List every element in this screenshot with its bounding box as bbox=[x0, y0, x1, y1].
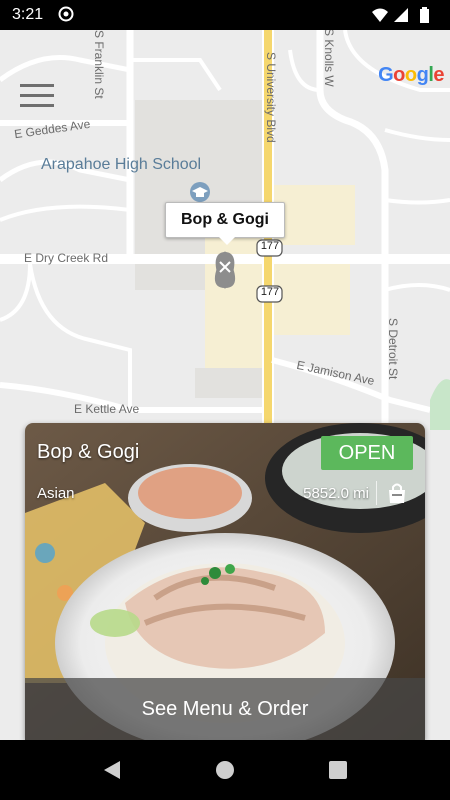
divider bbox=[376, 481, 377, 505]
system-status-icons bbox=[372, 7, 429, 23]
google-logo-letter: o bbox=[404, 64, 417, 86]
restaurant-map-pin bbox=[214, 251, 236, 289]
recents-icon[interactable] bbox=[326, 758, 350, 782]
hamburger-menu-icon[interactable] bbox=[20, 84, 54, 110]
cuisine-label: Asian bbox=[37, 485, 75, 502]
wifi-icon bbox=[372, 8, 388, 22]
battery-icon bbox=[420, 7, 429, 23]
back-icon[interactable] bbox=[100, 758, 124, 782]
street-label-kettle: E Kettle Ave bbox=[74, 402, 140, 416]
street-label-detroit: S Detroit St bbox=[386, 318, 400, 380]
school-icon bbox=[190, 182, 210, 202]
street-label-knolls: S Knolls W bbox=[322, 30, 336, 87]
google-logo-letter: G bbox=[378, 64, 394, 86]
google-logo-letter: g bbox=[416, 64, 429, 86]
signal-icon bbox=[394, 8, 408, 22]
restaurant-name: Bop & Gogi bbox=[37, 441, 140, 463]
shopping-bag-icon[interactable] bbox=[385, 481, 409, 505]
route-shield-label: 177 bbox=[260, 286, 280, 298]
street-label-dry-creek: E Dry Creek Rd bbox=[24, 251, 109, 265]
app-notification-icon bbox=[58, 6, 74, 22]
marker-label: Bop & Gogi bbox=[181, 211, 269, 228]
google-logo: Google bbox=[378, 64, 444, 87]
see-menu-order-button[interactable]: See Menu & Order bbox=[25, 678, 425, 740]
street-label-franklin: S Franklin St bbox=[92, 30, 106, 99]
map-marker-callout[interactable]: Bop & Gogi bbox=[165, 202, 285, 245]
google-logo-letter: e bbox=[433, 64, 444, 86]
street-label-university: S University Blvd bbox=[264, 52, 278, 143]
google-logo-letter: o bbox=[393, 64, 405, 86]
distance-label: 5852.0 mi bbox=[303, 485, 369, 502]
status-bar: 3:21 bbox=[0, 0, 450, 30]
school-label: Arapahoe High School bbox=[41, 156, 202, 173]
open-status-badge: OPEN bbox=[321, 436, 413, 470]
navigation-bar bbox=[0, 740, 450, 800]
route-shield-label: 177 bbox=[260, 240, 280, 252]
home-icon[interactable] bbox=[213, 758, 237, 782]
restaurant-card[interactable]: Bop & Gogi OPEN Asian 5852.0 mi See Menu… bbox=[25, 423, 425, 740]
status-time: 3:21 bbox=[12, 6, 44, 23]
